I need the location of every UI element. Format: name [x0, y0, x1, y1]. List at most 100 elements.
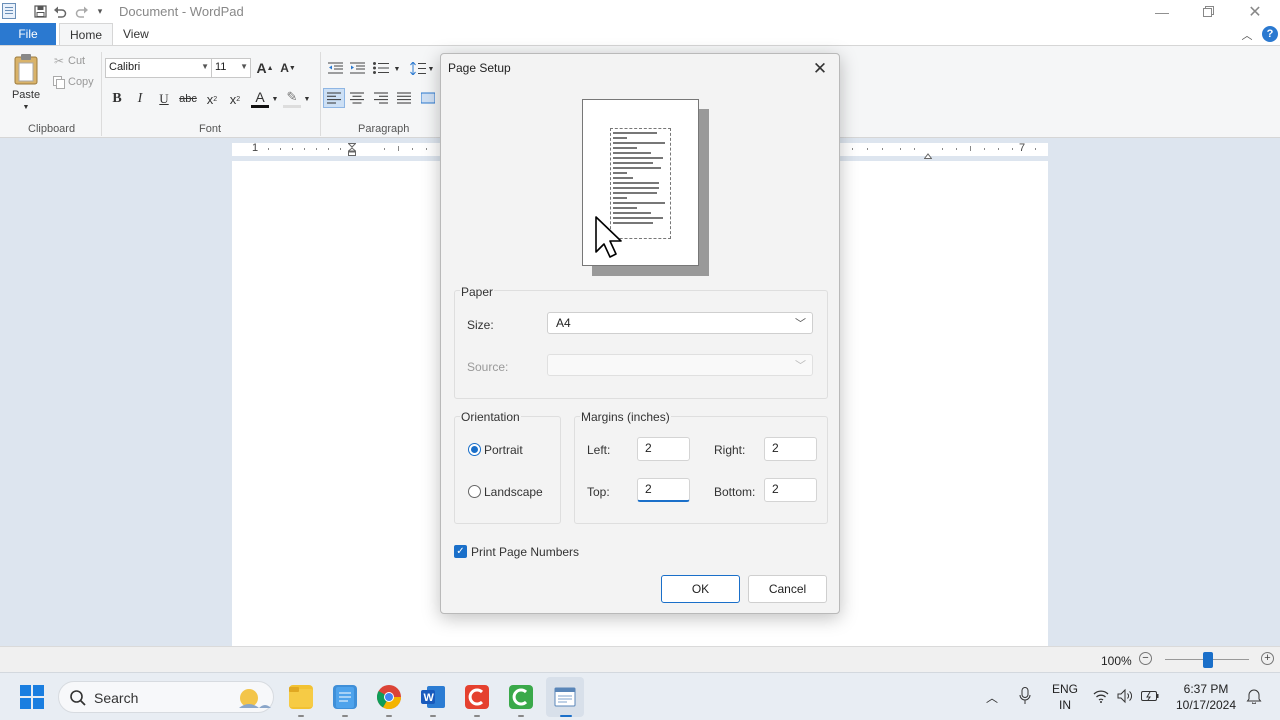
customize-qat-icon[interactable]: ▾ — [94, 3, 106, 19]
print-page-numbers-checkbox[interactable]: ✓ — [454, 545, 467, 558]
cut-button[interactable]: Cut — [68, 54, 88, 68]
increase-indent-icon[interactable] — [349, 60, 365, 76]
chevron-down-icon[interactable]: ▼ — [427, 64, 435, 74]
paragraph-settings-icon[interactable] — [420, 89, 436, 107]
bottom-margin-label: Bottom: — [714, 485, 756, 499]
clock-time[interactable]: 6:37 PM — [1170, 682, 1242, 696]
wordpad-taskbar-icon[interactable] — [553, 685, 577, 709]
landscape-label[interactable]: Landscape — [484, 485, 543, 499]
svg-text:W: W — [424, 692, 435, 704]
landscape-radio[interactable] — [468, 485, 481, 498]
highlight-icon[interactable]: ✎ — [283, 88, 301, 108]
minimize-icon[interactable]: — — [1139, 0, 1185, 23]
camtasia-red-icon[interactable] — [465, 685, 489, 709]
shrink-font-icon[interactable]: A ▼ — [279, 59, 297, 77]
paper-size-select[interactable]: A4 ﹀ — [547, 312, 813, 334]
file-explorer-icon[interactable] — [289, 685, 313, 709]
justify-icon[interactable] — [395, 89, 413, 107]
align-center-icon[interactable] — [348, 89, 366, 107]
undo-icon[interactable] — [52, 3, 68, 19]
line-spacing-icon[interactable] — [409, 60, 427, 76]
chevron-down-icon[interactable]: ▼ — [303, 94, 311, 104]
bold-icon[interactable]: B — [109, 90, 125, 108]
save-icon[interactable] — [32, 3, 48, 19]
portrait-label[interactable]: Portrait — [484, 443, 523, 457]
paper-size-value: A4 — [556, 316, 571, 330]
battery-icon[interactable] — [1141, 689, 1159, 703]
taskbar-search[interactable]: Search — [58, 681, 274, 713]
font-size-select[interactable]: 11 ▼ — [211, 58, 251, 78]
search-icon — [69, 689, 87, 707]
chevron-down-icon[interactable]: ▼ — [393, 64, 401, 74]
redo-icon[interactable] — [74, 3, 90, 19]
italic-icon[interactable]: I — [132, 90, 148, 108]
collapse-ribbon-icon[interactable]: ︿ — [1240, 27, 1254, 43]
paper-group — [454, 290, 828, 399]
wifi-icon[interactable] — [1093, 689, 1109, 703]
window-title: Document - WordPad — [119, 4, 244, 19]
close-icon[interactable]: ✕ — [1232, 0, 1278, 23]
source-label: Source: — [467, 360, 509, 374]
ruler-tick — [384, 148, 385, 150]
microphone-icon[interactable] — [1019, 687, 1031, 705]
word-icon[interactable]: W — [421, 685, 445, 709]
right-indent-marker[interactable] — [923, 148, 933, 159]
start-icon[interactable] — [20, 685, 44, 709]
region-indicator[interactable]: IN — [1049, 698, 1081, 712]
paper-source-select[interactable]: ﹀ — [547, 354, 813, 376]
close-icon[interactable]: ✕ — [809, 58, 831, 80]
camtasia-green-icon[interactable] — [509, 685, 533, 709]
right-margin-label: Right: — [714, 443, 746, 457]
chrome-icon[interactable] — [376, 685, 401, 710]
left-margin-field[interactable]: 2 — [637, 437, 690, 461]
help-button[interactable]: ? — [1262, 26, 1278, 42]
clock-date[interactable]: 10/17/2024 — [1170, 698, 1242, 712]
paste-icon[interactable] — [10, 52, 42, 86]
portrait-radio[interactable] — [468, 443, 481, 456]
decrease-indent-icon[interactable] — [327, 60, 343, 76]
notepad-icon[interactable] — [333, 685, 357, 709]
restore-icon[interactable] — [1185, 0, 1231, 23]
cut-icon[interactable]: ✂ — [52, 54, 66, 68]
chevron-up-icon[interactable]: ︿ — [986, 689, 1000, 705]
font-color-icon[interactable]: A — [251, 88, 269, 108]
right-margin-field[interactable]: 2 — [764, 437, 817, 461]
align-right-icon[interactable] — [372, 89, 390, 107]
margins-group — [574, 416, 828, 524]
subscript-icon[interactable]: x2 — [203, 90, 221, 108]
zoom-slider-thumb[interactable] — [1203, 652, 1213, 668]
paste-button[interactable]: Paste — [12, 88, 40, 102]
cancel-button[interactable]: Cancel — [748, 575, 827, 603]
notification-icon[interactable] — [1246, 688, 1262, 705]
ok-button[interactable]: OK — [661, 575, 740, 603]
zoom-out-button[interactable]: − — [1139, 652, 1152, 665]
copy-button[interactable]: Copy — [68, 75, 96, 89]
ruler-tick — [304, 148, 305, 150]
ruler-tick — [984, 148, 985, 150]
font-size-value: 11 — [215, 61, 227, 73]
zoom-in-button[interactable]: + — [1261, 652, 1274, 665]
top-margin-field[interactable]: 2 — [637, 478, 690, 502]
volume-icon[interactable] — [1117, 688, 1133, 704]
underline-icon[interactable]: U — [156, 90, 172, 108]
grow-font-icon[interactable]: A ▲ — [256, 59, 274, 77]
font-family-select[interactable]: Calibri ▼ — [105, 58, 212, 78]
tab-file[interactable]: File — [0, 23, 56, 45]
orientation-group — [454, 416, 561, 524]
language-indicator[interactable]: ENG — [1049, 682, 1081, 696]
chevron-down-icon[interactable]: ▼ — [271, 94, 279, 104]
tab-home[interactable]: Home — [59, 23, 114, 45]
align-left-icon[interactable] — [323, 88, 345, 108]
copy-icon[interactable] — [52, 75, 66, 89]
print-page-numbers-label[interactable]: Print Page Numbers — [471, 545, 579, 559]
strikethrough-icon[interactable]: abc — [178, 90, 198, 108]
group-separator — [320, 52, 321, 136]
tab-view[interactable]: View — [113, 23, 159, 45]
left-indent-marker[interactable] — [347, 143, 357, 156]
ruler-tick — [412, 148, 413, 150]
paste-dropdown-icon[interactable]: ▼ — [20, 102, 32, 112]
wordpad-app-icon[interactable] — [2, 3, 16, 19]
bottom-margin-field[interactable]: 2 — [764, 478, 817, 502]
bullet-list-icon[interactable] — [372, 60, 390, 76]
superscript-icon[interactable]: x2 — [226, 90, 244, 108]
